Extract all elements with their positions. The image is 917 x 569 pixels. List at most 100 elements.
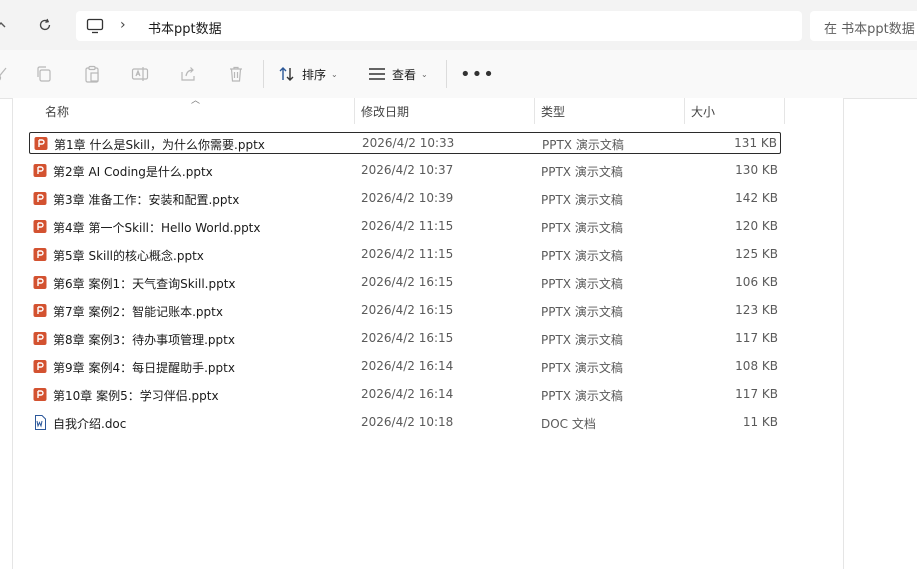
file-row[interactable]: 第5章 Skill的核心概念.pptx 2026/4/2 11:15 PPTX 演示…	[29, 244, 781, 266]
file-type: PPTX 演示文稿	[541, 165, 623, 179]
file-date: 2026/4/2 16:14	[361, 359, 454, 373]
file-date: 2026/4/2 16:15	[361, 331, 454, 345]
sort-icon	[279, 67, 294, 81]
file-type: PPTX 演示文稿	[541, 361, 623, 375]
pptx-file-icon	[33, 276, 47, 289]
file-type: PPTX 演示文稿	[541, 221, 623, 235]
paste-icon[interactable]	[82, 64, 102, 84]
toolbar-separator	[446, 60, 447, 88]
column-name-label: 名称	[45, 104, 70, 119]
column-header: ︿ 名称 修改日期 类型 大小	[13, 96, 843, 124]
search-input[interactable]: 在 书本ppt数据	[810, 11, 917, 41]
file-size: 125 KB	[735, 247, 778, 261]
share-icon[interactable]	[178, 64, 198, 84]
refresh-icon[interactable]	[32, 12, 58, 38]
sort-label: 排序	[302, 67, 327, 82]
file-size: 108 KB	[735, 359, 778, 373]
pptx-file-icon	[33, 360, 47, 373]
chevron-down-icon: ⌄	[421, 69, 428, 79]
file-name: 第1章 什么是Skill，为什么你需要.pptx	[54, 138, 265, 152]
column-name[interactable]: 名称	[39, 98, 355, 124]
up-icon[interactable]	[0, 12, 14, 38]
cut-icon[interactable]	[0, 64, 12, 84]
column-size-label: 大小	[691, 104, 716, 119]
more-options-icon[interactable]: •••	[460, 64, 495, 85]
view-button[interactable]: 查看 ⌄	[368, 62, 428, 86]
toolbar-separator	[263, 60, 264, 88]
file-type: PPTX 演示文稿	[541, 333, 623, 347]
search-placeholder: 在 书本ppt数据	[824, 22, 915, 37]
pptx-file-icon	[33, 164, 47, 177]
file-date: 2026/4/2 16:14	[361, 387, 454, 401]
pptx-file-icon	[33, 304, 47, 317]
delete-icon[interactable]	[226, 64, 246, 84]
breadcrumb-folder[interactable]: 书本ppt数据	[148, 18, 222, 37]
file-row[interactable]: 第4章 第一个Skill：Hello World.pptx 2026/4/2 11…	[29, 216, 781, 238]
chevron-down-icon: ⌄	[331, 69, 338, 79]
file-date: 2026/4/2 10:39	[361, 191, 454, 205]
file-name: 第2章 AI Coding是什么.pptx	[53, 165, 213, 179]
view-icon	[369, 68, 385, 80]
file-name: 自我介绍.doc	[53, 417, 127, 431]
pptx-file-icon	[33, 220, 47, 233]
file-row[interactable]: 第10章 案例5：学习伴侣.pptx 2026/4/2 16:14 PPTX 演示文…	[29, 384, 781, 406]
file-name: 第7章 案例2：智能记账本.pptx	[53, 305, 223, 319]
file-type: PPTX 演示文稿	[542, 138, 624, 152]
file-type: PPTX 演示文稿	[541, 277, 623, 291]
file-size: 11 KB	[742, 415, 778, 429]
file-name: 第3章 准备工作：安装和配置.pptx	[53, 193, 240, 207]
file-size: 117 KB	[735, 331, 778, 345]
file-size: 120 KB	[735, 219, 778, 233]
pptx-file-icon	[33, 192, 47, 205]
view-label: 查看	[392, 67, 417, 82]
file-date: 2026/4/2 16:15	[361, 275, 454, 289]
rename-icon[interactable]	[130, 64, 150, 84]
file-size: 131 KB	[734, 136, 777, 150]
file-date: 2026/4/2 10:37	[361, 163, 454, 177]
file-date: 2026/4/2 10:18	[361, 415, 454, 429]
file-row[interactable]: 第6章 案例1：天气查询Skill.pptx 2026/4/2 16:15 PPTX…	[29, 272, 781, 294]
column-type-label: 类型	[541, 104, 566, 119]
this-pc-icon	[86, 18, 104, 34]
column-type[interactable]: 类型	[535, 98, 685, 124]
file-date: 2026/4/2 11:15	[361, 247, 454, 261]
file-size: 130 KB	[735, 163, 778, 177]
file-date: 2026/4/2 16:15	[361, 303, 454, 317]
file-name: 第6章 案例1：天气查询Skill.pptx	[53, 277, 236, 291]
sort-button[interactable]: 排序 ⌄	[278, 62, 338, 86]
column-date[interactable]: 修改日期	[355, 98, 535, 124]
file-row[interactable]: 自我介绍.doc 2026/4/2 10:18 DOC 文档 11 KB	[29, 412, 781, 434]
file-row[interactable]: 第7章 案例2：智能记账本.pptx 2026/4/2 16:15 PPTX 演示文…	[29, 300, 781, 322]
file-name: 第8章 案例3：待办事项管理.pptx	[53, 333, 235, 347]
file-row[interactable]: 第9章 案例4：每日提醒助手.pptx 2026/4/2 16:14 PPTX 演示…	[29, 356, 781, 378]
file-size: 106 KB	[735, 275, 778, 289]
file-row[interactable]: 第1章 什么是Skill，为什么你需要.pptx 2026/4/2 10:33 PP…	[29, 132, 781, 154]
file-row[interactable]: 第3章 准备工作：安装和配置.pptx 2026/4/2 10:39 PPTX 演示…	[29, 188, 781, 210]
address-row: › 书本ppt数据 在 书本ppt数据	[0, 0, 917, 50]
file-type: PPTX 演示文稿	[541, 249, 623, 263]
column-date-label: 修改日期	[361, 104, 410, 119]
column-size[interactable]: 大小	[685, 98, 785, 124]
file-size: 142 KB	[735, 191, 778, 205]
file-type: PPTX 演示文稿	[541, 389, 623, 403]
file-name: 第5章 Skill的核心概念.pptx	[53, 249, 204, 263]
file-date: 2026/4/2 11:15	[361, 219, 454, 233]
file-name: 第9章 案例4：每日提醒助手.pptx	[53, 361, 235, 375]
file-row[interactable]: 第8章 案例3：待办事项管理.pptx 2026/4/2 16:15 PPTX 演示…	[29, 328, 781, 350]
file-type: PPTX 演示文稿	[541, 305, 623, 319]
file-name: 第10章 案例5：学习伴侣.pptx	[53, 389, 219, 403]
pptx-file-icon	[33, 332, 47, 345]
pptx-file-icon	[33, 388, 47, 401]
pptx-file-icon	[33, 248, 47, 261]
copy-icon[interactable]	[34, 64, 54, 84]
doc-file-icon	[35, 415, 46, 430]
file-size: 117 KB	[735, 387, 778, 401]
breadcrumb-chevron-icon[interactable]: ›	[120, 17, 126, 33]
address-bar[interactable]: › 书本ppt数据	[76, 11, 802, 41]
file-size: 123 KB	[735, 303, 778, 317]
pptx-file-icon	[34, 137, 48, 150]
file-type: PPTX 演示文稿	[541, 193, 623, 207]
file-row[interactable]: 第2章 AI Coding是什么.pptx 2026/4/2 10:37 PPTX …	[29, 160, 781, 182]
file-type: DOC 文档	[541, 417, 596, 431]
file-date: 2026/4/2 10:33	[362, 136, 455, 150]
